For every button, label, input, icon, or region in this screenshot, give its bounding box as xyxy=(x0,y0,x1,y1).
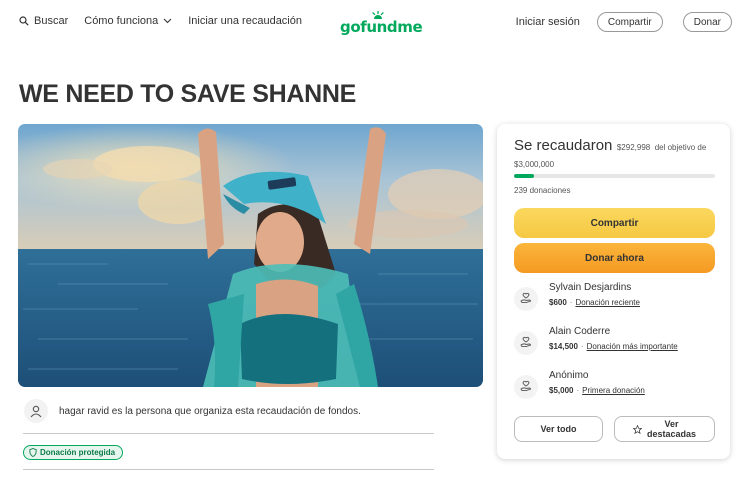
start-fundraiser-label: Iniciar una recaudación xyxy=(188,15,302,27)
star-icon xyxy=(632,424,642,434)
donate-now-button[interactable]: Donar ahora xyxy=(514,243,715,273)
nav-right: Iniciar sesión Compartir Donar xyxy=(516,12,732,32)
chevron-down-icon xyxy=(163,18,172,24)
donor-amount: $600 xyxy=(549,298,567,307)
divider xyxy=(23,433,434,434)
donor-tag-link[interactable]: Primera donación xyxy=(582,386,645,395)
raised-summary: Se recaudaron $292,998 del objetivo de $… xyxy=(514,138,719,172)
raised-label: Se recaudaron xyxy=(514,137,613,154)
shield-icon xyxy=(29,448,37,457)
donor-tag-link[interactable]: Donación más importante xyxy=(587,342,678,351)
how-it-works-label: Cómo funciona xyxy=(84,15,159,27)
donor-tag-link[interactable]: Donación reciente xyxy=(575,298,639,307)
signin-link[interactable]: Iniciar sesión xyxy=(516,16,580,28)
header-donate-button[interactable]: Donar xyxy=(682,12,732,32)
logo-text: gofundme xyxy=(340,18,423,36)
protected-label: Donación protegida xyxy=(40,448,116,457)
donation-hand-icon xyxy=(514,331,538,355)
raised-amount: $292,998 xyxy=(616,143,651,152)
header-share-button[interactable]: Compartir xyxy=(596,12,663,32)
donation-hand-icon xyxy=(514,375,538,399)
donor-item: Sylvain Desjardins $600 · Donación recient… xyxy=(514,282,640,311)
donor-name: Alain Coderre xyxy=(549,326,611,337)
share-button[interactable]: Compartir xyxy=(514,208,715,238)
see-all-button[interactable]: Ver todo xyxy=(514,416,603,442)
divider xyxy=(23,469,434,470)
campaign-hero-image xyxy=(18,124,483,387)
see-top-label-line1: Ver xyxy=(664,419,679,429)
gofundme-logo[interactable]: gofundme xyxy=(340,11,423,36)
protected-donation-badge[interactable]: Donación protegida xyxy=(23,445,124,460)
donor-amount: $5,000 xyxy=(549,386,574,395)
search-label: Buscar xyxy=(34,15,69,27)
donor-amount: $14,500 xyxy=(549,342,578,351)
nav-left: Buscar Cómo funciona Iniciar una recauda… xyxy=(19,15,318,27)
donor-item: Anónimo $5,000 · Primera donación xyxy=(514,370,645,399)
organizer-row: hagar ravid es la persona que organiza e… xyxy=(24,399,361,423)
donor-name: Sylvain Desjardins xyxy=(549,282,632,293)
organizer-text: hagar ravid es la persona que organiza e… xyxy=(59,405,361,417)
donor-item: Alain Coderre $14,500 · Donación más impor… xyxy=(514,326,678,355)
start-fundraiser-link[interactable]: Iniciar una recaudación xyxy=(188,15,302,27)
page-title: WE NEED TO SAVE SHANNE xyxy=(19,80,356,108)
how-it-works-menu[interactable]: Cómo funciona xyxy=(84,15,172,27)
search-icon xyxy=(19,16,29,26)
donation-card: Se recaudaron $292,998 del objetivo de $… xyxy=(497,124,730,459)
donor-meta: $14,500 · Donación más importante xyxy=(549,342,678,351)
donations-count: 239 donaciones xyxy=(514,186,571,195)
see-top-label-line2: destacadas xyxy=(646,429,697,439)
progress-fill xyxy=(514,174,534,178)
donor-name: Anónimo xyxy=(549,370,589,381)
donation-hand-icon xyxy=(514,287,538,311)
donor-meta: $5,000 · Primera donación xyxy=(549,386,645,395)
user-icon xyxy=(24,399,48,423)
search-link[interactable]: Buscar xyxy=(19,15,68,27)
progress-bar xyxy=(514,174,715,178)
donor-meta: $600 · Donación reciente xyxy=(549,298,640,307)
see-top-donations-button[interactable]: Ver destacadas xyxy=(614,416,715,442)
site-header: Buscar Cómo funciona Iniciar una recauda… xyxy=(0,0,750,46)
